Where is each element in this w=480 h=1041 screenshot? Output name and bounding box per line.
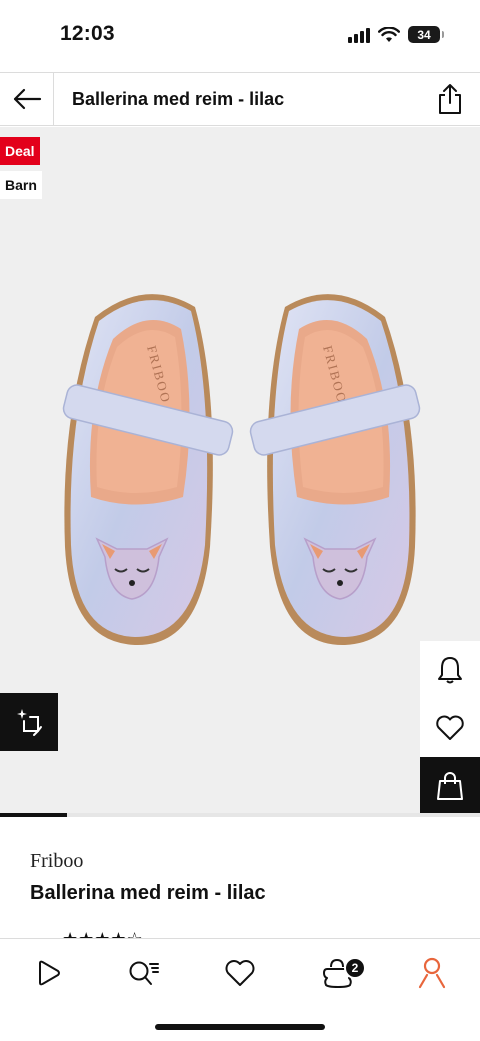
ar-view-icon <box>17 709 42 736</box>
deal-badge: Deal <box>0 137 40 165</box>
right-shoe: FRIBOO <box>249 294 421 646</box>
wifi-icon <box>378 26 400 42</box>
battery-icon: 34 <box>408 26 444 43</box>
status-time: 12:03 <box>60 22 115 45</box>
status-bar: 12:03 34 <box>0 0 480 72</box>
side-actions <box>420 641 480 815</box>
user-icon <box>418 957 446 989</box>
share-icon <box>439 84 461 114</box>
bell-icon <box>438 657 462 684</box>
favorite-button[interactable] <box>420 699 480 757</box>
notify-button[interactable] <box>420 641 480 699</box>
heart-icon <box>436 715 464 740</box>
product-image: FRIBOO FRIBOO <box>62 294 421 646</box>
category-badge: Barn <box>0 171 42 199</box>
status-icons: 34 <box>348 26 444 43</box>
nav-favorites[interactable] <box>218 953 262 993</box>
product-image-gallery[interactable]: Deal Barn FRIBOO FRIBOO <box>0 127 480 817</box>
home-indicator <box>155 1024 325 1030</box>
shopping-bag-icon <box>437 772 463 800</box>
back-button[interactable] <box>0 73 54 125</box>
share-button[interactable] <box>420 73 480 125</box>
ar-view-button[interactable] <box>0 693 58 751</box>
left-shoe: FRIBOO <box>62 294 234 646</box>
gallery-progress-fill <box>0 813 68 817</box>
nav-cart[interactable]: 2 <box>316 953 366 993</box>
product-name: Ballerina med reim - lilac <box>30 882 266 904</box>
top-header: Ballerina med reim - lilac <box>0 72 480 126</box>
rating-stars[interactable]: ★★★★☆ <box>62 930 143 938</box>
nav-search[interactable] <box>122 953 166 993</box>
heart-icon <box>225 960 255 986</box>
arrow-left-icon <box>13 88 41 110</box>
nav-profile[interactable] <box>410 953 454 993</box>
nav-home[interactable] <box>26 953 70 993</box>
page-title: Ballerina med reim - lilac <box>72 88 285 109</box>
product-brand[interactable]: Friboo <box>30 850 83 873</box>
search-list-icon <box>129 961 159 985</box>
play-icon <box>39 960 60 986</box>
cart-count-badge: 2 <box>344 957 366 979</box>
signal-icon <box>348 27 370 43</box>
add-to-bag-button[interactable] <box>420 757 480 815</box>
battery-level: 34 <box>417 27 431 42</box>
gallery-progress <box>0 813 480 817</box>
